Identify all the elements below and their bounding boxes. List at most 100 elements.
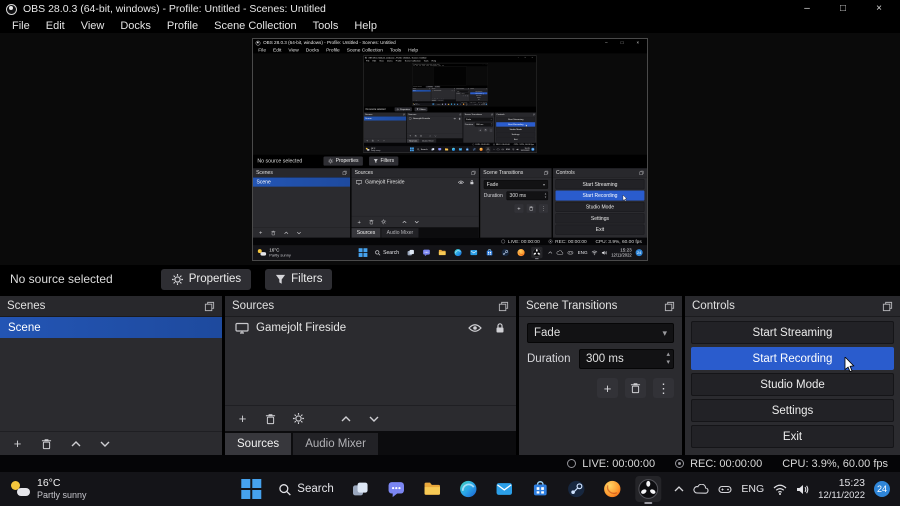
obs-taskbar-icon[interactable] [531, 246, 543, 258]
notification-badge[interactable]: 24 [485, 102, 487, 105]
weather-widget[interactable]: 16°C Partly sunny [413, 102, 420, 104]
remove-transition-button[interactable] [526, 203, 536, 213]
edge-icon[interactable] [451, 146, 456, 151]
source-down-button[interactable] [366, 411, 381, 426]
add-transition-button[interactable]: + [462, 94, 465, 96]
start-recording-button[interactable]: Start Recording [470, 91, 488, 94]
spin-down-icon[interactable]: ▾ [492, 124, 493, 126]
onedrive-cloud-icon[interactable] [470, 102, 472, 104]
tab-sources[interactable]: Sources [431, 98, 437, 101]
filters-button[interactable]: Filters [414, 106, 428, 111]
exit-button[interactable]: Exit [470, 98, 488, 100]
popout-icon[interactable] [459, 112, 462, 115]
chat-icon[interactable] [437, 146, 442, 151]
studio-mode-button[interactable]: Studio Mode [555, 201, 645, 212]
firefox-icon[interactable] [516, 246, 527, 257]
duration-spinner[interactable]: 300 ms ▴ ▾ [474, 121, 493, 126]
add-source-button[interactable]: + [432, 97, 433, 98]
clock-widget[interactable]: 15:23 12/11/2022 [481, 102, 485, 104]
lock-icon[interactable] [469, 179, 474, 184]
visibility-eye-icon[interactable] [451, 89, 453, 91]
start-streaming-button[interactable]: Start Streaming [470, 89, 488, 92]
minimize-button[interactable]: – [516, 55, 522, 58]
firefox-icon[interactable] [462, 102, 465, 105]
language-indicator[interactable]: ENG [741, 483, 764, 495]
onedrive-cloud-icon[interactable] [556, 249, 564, 255]
studio-mode-button[interactable]: Studio Mode [470, 93, 488, 96]
menu-docks[interactable]: Docks [302, 47, 322, 52]
game-controller-icon[interactable] [472, 103, 474, 104]
menu-help[interactable]: Help [430, 59, 437, 61]
scene-up-button[interactable] [418, 99, 419, 100]
menu-help[interactable]: Help [441, 64, 444, 65]
store-icon[interactable] [457, 102, 459, 104]
add-source-button[interactable]: + [409, 134, 412, 137]
menu-profile[interactable]: Profile [159, 20, 206, 32]
visibility-eye-icon[interactable] [453, 117, 457, 119]
menu-file[interactable]: File [365, 59, 371, 61]
studio-mode-button[interactable]: Studio Mode [691, 373, 894, 396]
spin-up-icon[interactable]: ▴ [545, 192, 547, 195]
tray-chevron-up-icon[interactable] [674, 486, 684, 492]
notification-badge[interactable]: 24 [874, 481, 890, 497]
lock-icon[interactable] [458, 116, 461, 119]
popout-icon[interactable] [498, 301, 509, 312]
search-button[interactable]: Search [435, 103, 440, 104]
add-scene-button[interactable]: + [413, 99, 414, 100]
chat-icon[interactable] [421, 246, 432, 257]
source-list-item[interactable]: Gamejolt Fireside [225, 317, 516, 339]
tab-audio-mixer[interactable]: Audio Mixer [293, 433, 378, 455]
remove-transition-button[interactable] [464, 94, 467, 96]
source-properties-gear-icon[interactable] [291, 411, 306, 426]
start-button[interactable] [432, 102, 435, 105]
menu-view[interactable]: View [378, 59, 386, 61]
preview-screen[interactable]: OBS 28.0.3 (64-bit, windows) - Profile: … [363, 54, 537, 153]
source-down-button[interactable] [413, 218, 420, 225]
duration-spinner[interactable]: 300 ms ▴ ▾ [506, 190, 549, 200]
menu-scene-collection[interactable]: Scene Collection [206, 20, 305, 32]
game-controller-icon[interactable] [718, 485, 732, 494]
spin-down-icon[interactable]: ▾ [545, 195, 547, 198]
duration-spinner[interactable]: 300 ms ▴ ▾ [579, 349, 674, 369]
source-up-button[interactable] [401, 218, 408, 225]
file-explorer-icon[interactable] [437, 246, 448, 257]
notification-badge[interactable]: 24 [531, 147, 535, 151]
remove-scene-button[interactable] [39, 436, 54, 451]
popout-icon[interactable] [403, 112, 405, 115]
game-controller-icon[interactable] [567, 250, 574, 254]
popout-icon[interactable] [664, 301, 675, 312]
tab-audio-mixer[interactable]: Audio Mixer [436, 98, 444, 101]
start-streaming-button[interactable]: Start Streaming [555, 178, 645, 189]
menu-profile[interactable]: Profile [426, 64, 430, 65]
visibility-eye-icon[interactable] [468, 323, 482, 333]
popout-icon[interactable] [204, 301, 215, 312]
visibility-eye-icon[interactable] [457, 180, 464, 184]
maximize-button[interactable]: □ [615, 39, 628, 47]
menu-help[interactable]: Help [405, 47, 422, 52]
source-properties-gear-icon[interactable] [436, 97, 438, 99]
store-icon[interactable] [465, 146, 470, 151]
menu-scene-collection[interactable]: Scene Collection [430, 64, 438, 65]
transition-more-button[interactable]: ⋮ [653, 378, 674, 398]
menu-tools[interactable]: Tools [305, 20, 347, 32]
source-properties-gear-icon[interactable] [419, 134, 423, 137]
filters-button[interactable]: Filters [369, 155, 399, 165]
minimize-button[interactable]: – [600, 39, 613, 47]
tab-sources[interactable]: Sources [351, 227, 381, 238]
add-transition-button[interactable]: + [478, 127, 483, 132]
scene-down-button[interactable] [295, 229, 302, 236]
tray-chevron-up-icon[interactable] [493, 148, 495, 150]
add-scene-button[interactable]: + [366, 139, 369, 142]
add-scene-button[interactable]: + [10, 436, 25, 451]
menu-edit[interactable]: Edit [415, 64, 418, 65]
spinner-arrows[interactable]: ▴ ▾ [545, 192, 547, 199]
obs-taskbar-icon[interactable] [635, 476, 662, 502]
source-properties-gear-icon[interactable] [380, 218, 387, 225]
store-icon[interactable] [528, 476, 554, 502]
spin-down-icon[interactable]: ▾ [666, 359, 670, 367]
duration-spinner[interactable]: 300 ms ▴ ▾ [460, 91, 469, 94]
menu-docks[interactable]: Docks [422, 64, 426, 65]
start-button[interactable] [409, 146, 414, 151]
volume-icon[interactable] [796, 484, 809, 495]
scene-down-button[interactable] [420, 99, 422, 100]
